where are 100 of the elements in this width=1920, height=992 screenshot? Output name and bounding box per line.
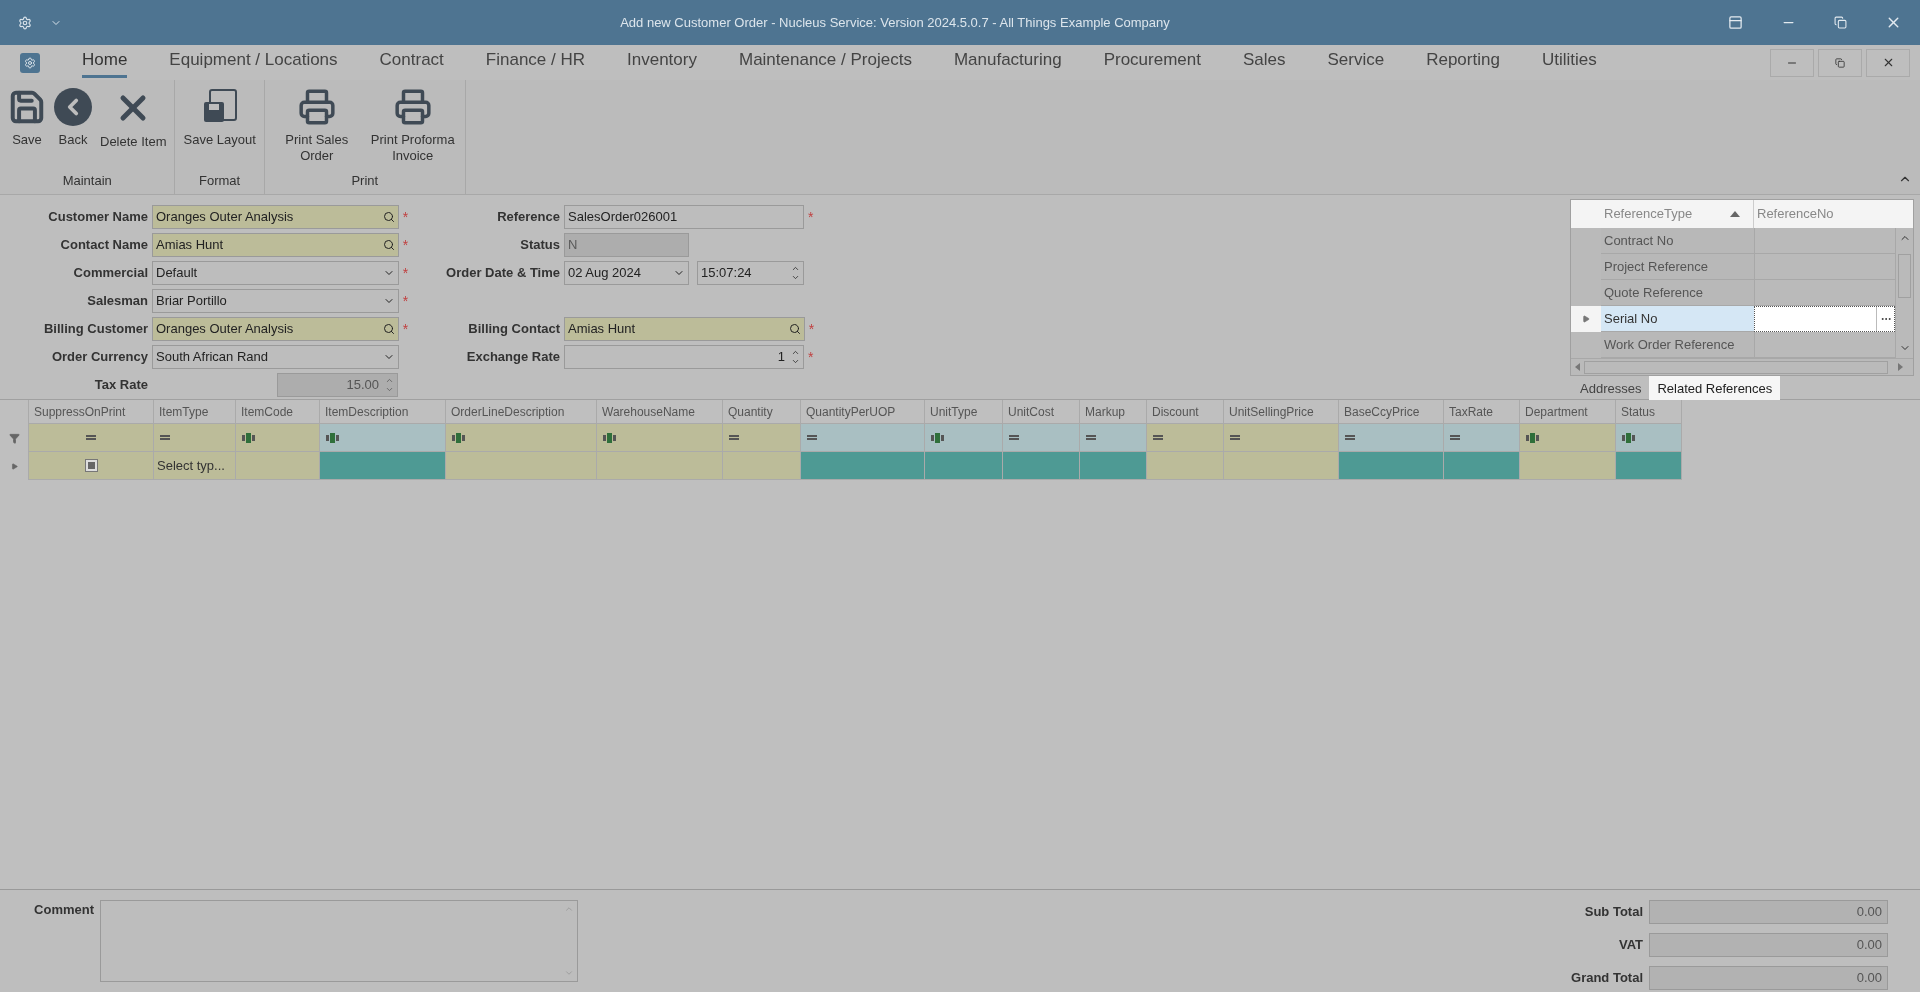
search-icon [788,323,801,335]
table-cell[interactable] [236,452,320,480]
filter-cell[interactable] [446,424,597,452]
table-cell[interactable] [1520,452,1616,480]
table-cell[interactable] [801,452,925,480]
restore-icon[interactable] [1834,16,1847,29]
table-cell[interactable] [1444,452,1520,480]
table-cell: Serial No [1601,306,1754,332]
ribbon-tab[interactable]: Manufacturing [953,47,1062,78]
grid-row[interactable]: Project Reference [1571,254,1895,280]
filter-cell[interactable] [1003,424,1080,452]
grid-row[interactable]: Serial No [1571,306,1895,332]
group-label: Format [199,171,241,190]
ribbon-tab[interactable]: Service [1327,47,1385,78]
table-cell[interactable] [446,452,597,480]
ribbon-button[interactable]: Save [4,80,50,148]
settings-icon[interactable] [18,15,32,30]
required-marker: * [402,291,409,311]
table-cell[interactable] [1080,452,1147,480]
row-indicator-icon [1582,315,1590,323]
ribbon-button[interactable]: Print Proforma Invoice [364,80,461,164]
minimize-button[interactable] [1770,48,1814,77]
reference-input[interactable] [1754,306,1895,332]
table-cell[interactable] [1616,452,1682,480]
total-field: 0.00 [1649,933,1888,957]
horizontal-scrollbar[interactable] [1571,358,1913,375]
filter-cell[interactable] [1080,424,1147,452]
ribbon-button[interactable]: Print Sales Order [268,80,365,164]
table-cell[interactable] [597,452,723,480]
filter-cell[interactable] [1147,424,1224,452]
grid-row[interactable]: Quote Reference [1571,280,1895,306]
text-field[interactable]: SalesOrder026001 [564,205,804,229]
filter-cell[interactable] [1520,424,1616,452]
ribbon-tab[interactable]: Finance / HR [485,47,586,78]
filter-cell[interactable] [1616,424,1682,452]
table-cell[interactable] [1339,452,1444,480]
scrollbar-thumb[interactable] [1898,254,1911,298]
panel-tab[interactable]: Addresses [1572,376,1650,402]
table-cell[interactable] [29,452,154,480]
filter-cell[interactable] [29,424,154,452]
lookup-field[interactable]: Oranges Outer Analysis [152,205,399,229]
table-cell[interactable] [723,452,801,480]
spin-icon [791,264,800,282]
table-cell[interactable] [320,452,446,480]
dropdown-field[interactable]: Default [152,261,399,285]
ribbon-tab[interactable]: Reporting [1426,47,1500,78]
close-button[interactable] [1866,48,1910,77]
ribbon-tab[interactable]: Equipment / Locations [169,47,338,78]
dropdown-field[interactable]: South African Rand [152,345,399,369]
restore-button[interactable] [1818,48,1862,77]
column-header[interactable]: ReferenceNo [1754,200,1913,228]
required-marker: * [402,263,409,283]
grid-row[interactable]: Work Order Reference [1571,332,1895,358]
ribbon-tab[interactable]: Sales [1242,47,1286,78]
filter-cell[interactable] [801,424,925,452]
dropdown-field[interactable]: Briar Portillo [152,289,399,313]
field-label: Comment [33,901,95,919]
lookup-field[interactable]: Amias Hunt [564,317,805,341]
ribbon-tab[interactable]: Utilities [1541,47,1597,78]
filter-cell[interactable] [1224,424,1339,452]
ribbon-tab[interactable]: Inventory [627,47,697,78]
table-cell[interactable] [1147,452,1224,480]
app-menu-icon[interactable] [20,52,40,73]
comment-field[interactable] [100,900,578,982]
filter-cell[interactable] [925,424,1003,452]
field-label: Commercial [72,264,149,283]
ribbon-tab[interactable]: Procurement [1103,47,1201,78]
table-cell[interactable] [1003,452,1080,480]
panel-tab[interactable]: Related References [1649,376,1781,402]
ribbon-button[interactable]: Back [50,80,96,148]
lookup-field[interactable]: Oranges Outer Analysis [152,317,399,341]
vertical-scrollbar[interactable] [1895,228,1913,358]
layout-icon[interactable] [1728,15,1743,30]
ribbon-tab[interactable]: Home [82,47,128,78]
total-label: VAT [1617,936,1644,955]
date-field[interactable]: 02 Aug 2024 [564,261,689,285]
field-label: Order Currency [50,348,149,367]
filter-cell[interactable] [597,424,723,452]
required-marker: * [808,347,814,367]
ribbon-tab[interactable]: Contract [379,47,444,78]
filter-cell[interactable] [154,424,236,452]
time-field[interactable]: 15:07:24 [697,261,804,285]
ribbon-button[interactable]: Save Layout [179,80,260,148]
ribbon-button[interactable]: Delete Item [96,80,171,150]
filter-cell[interactable] [1444,424,1520,452]
table-cell[interactable] [925,452,1003,480]
filter-cell[interactable] [1339,424,1444,452]
search-icon [382,239,395,251]
group-label: Maintain [62,171,112,190]
filter-icon [8,432,20,444]
table-cell[interactable] [1224,452,1339,480]
grid-row[interactable]: Contract No [1571,228,1895,254]
filter-cell[interactable] [723,424,801,452]
lookup-field[interactable]: Amias Hunt [152,233,399,257]
filter-cell[interactable] [320,424,446,452]
checkbox[interactable] [84,459,98,472]
number-field[interactable]: 1 [564,345,804,369]
table-cell[interactable]: Select typ... [154,452,236,480]
filter-cell[interactable] [236,424,320,452]
ribbon-tab[interactable]: Maintenance / Projects [738,47,912,78]
